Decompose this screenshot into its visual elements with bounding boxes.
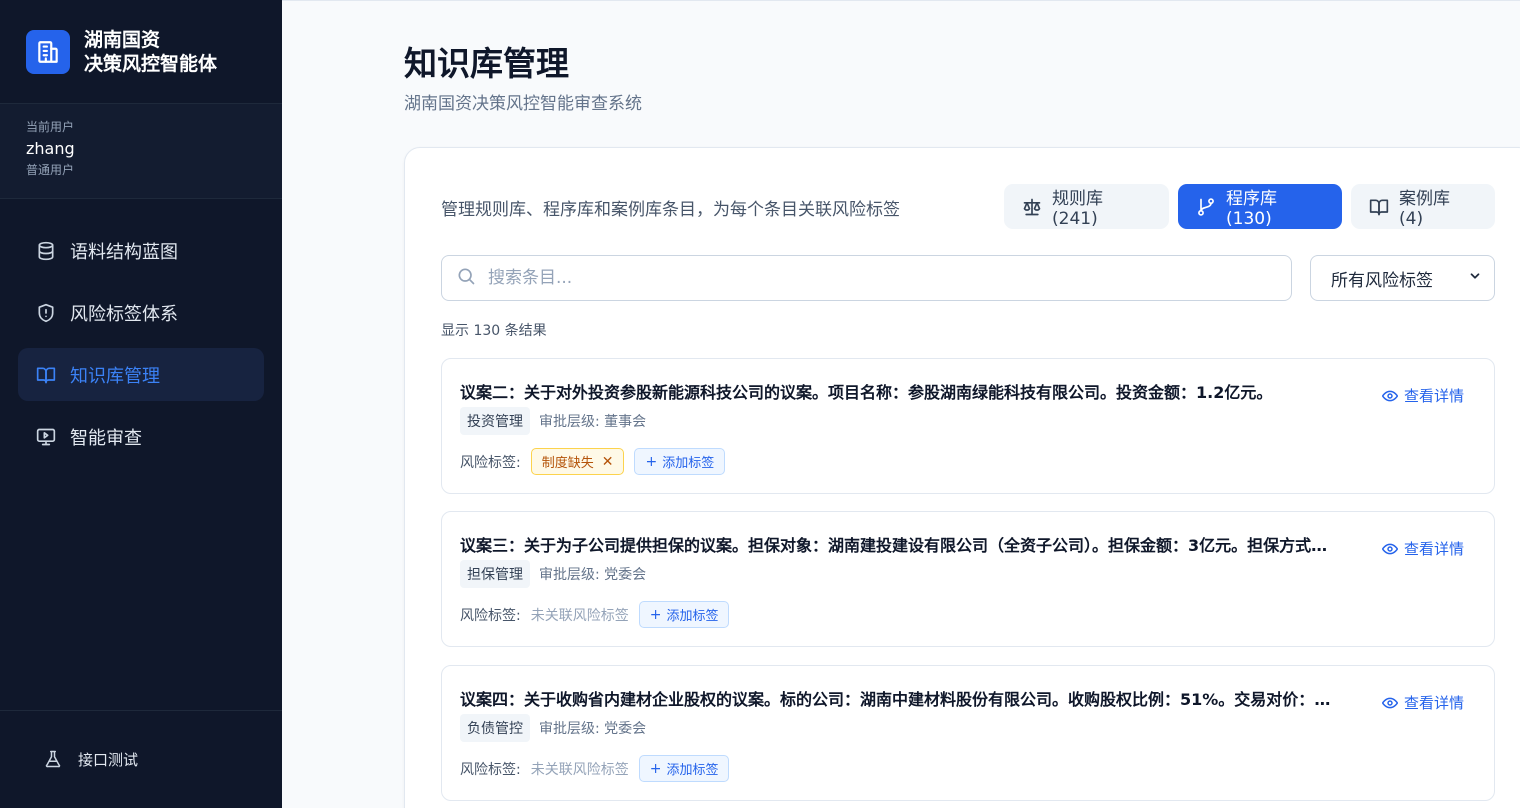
tab-label: 规则库 (241) [1052, 189, 1103, 229]
user-name: zhang [26, 139, 75, 158]
category-chip: 投资管理 [460, 407, 530, 435]
sidebar-nav: 语料结构蓝图 风险标签体系 知识库管理 智能审查 [0, 199, 282, 463]
user-block: 当前用户 zhang 普通用户 [0, 104, 282, 199]
page-subtitle: 湖南国资决策风控智能审查系统 [404, 94, 642, 114]
approval-level: 审批层级: 董事会 [539, 414, 647, 430]
result-count: 显示 130 条结果 [441, 323, 547, 339]
shield-icon [36, 303, 56, 323]
risk-tag-row: 风险标签: 未关联风险标签 + 添加标签 [460, 755, 730, 782]
category-chip: 负债管控 [460, 714, 530, 742]
risk-label: 风险标签: [460, 761, 521, 778]
list-item: 议案二：关于对外投资参股新能源科技公司的议案。项目名称：参股湖南绿能科技有限公司… [441, 358, 1495, 494]
list-item: 议案三：关于为子公司提供担保的议案。担保对象：湖南建投建设有限公司（全资子公司）… [441, 511, 1495, 647]
plus-icon: + [649, 606, 662, 623]
sidebar-item-label: 知识库管理 [70, 365, 160, 387]
detail-label: 查看详情 [1403, 540, 1464, 558]
risk-tag-label: 制度缺失 [541, 456, 594, 471]
user-role: 普通用户 [26, 163, 75, 177]
no-risk-tag-text: 未关联风险标签 [530, 607, 629, 624]
approval-level: 审批层级: 党委会 [539, 567, 647, 583]
book-icon [1369, 197, 1389, 217]
risk-tag-row: 风险标签: 未关联风险标签 + 添加标签 [460, 601, 730, 628]
tab-cases[interactable]: 案例库 (4) [1351, 184, 1495, 229]
sidebar-item-knowledge-base[interactable]: 知识库管理 [18, 348, 264, 401]
list-item: 议案四：关于收购省内建材企业股权的议案。标的公司：湖南中建材料股份有限公司。收购… [441, 665, 1495, 801]
approval-level: 审批层级: 党委会 [539, 721, 647, 737]
detail-label: 查看详情 [1403, 387, 1464, 405]
sidebar-item-api-test[interactable]: 接口测试 [0, 710, 282, 808]
page-title: 知识库管理 [404, 44, 569, 83]
risk-tag-filter-select[interactable]: 所有风险标签 [1310, 255, 1495, 301]
detail-label: 查看详情 [1403, 694, 1464, 712]
add-tag-label: 添加标签 [666, 609, 719, 624]
risk-tag-row: 风险标签: 制度缺失 ✕ + 添加标签 [460, 448, 726, 475]
add-tag-button[interactable]: + 添加标签 [638, 755, 730, 782]
search-box [441, 255, 1292, 301]
brand-title: 湖南国资 决策风控智能体 [84, 28, 217, 76]
panel-description: 管理规则库、程序库和案例库条目，为每个条目关联风险标签 [441, 200, 900, 220]
item-title: 议案三：关于为子公司提供担保的议案。担保对象：湖南建投建设有限公司（全资子公司）… [460, 536, 1332, 555]
add-tag-label: 添加标签 [666, 763, 719, 778]
item-meta: 负债管控 审批层级: 党委会 [460, 714, 646, 742]
plus-icon: + [649, 760, 662, 777]
item-meta: 担保管理 审批层级: 党委会 [460, 560, 646, 588]
item-title: 议案二：关于对外投资参股新能源科技公司的议案。项目名称：参股湖南绿能科技有限公司… [460, 383, 1273, 402]
item-meta: 投资管理 审批层级: 董事会 [460, 407, 646, 435]
knowledge-panel: 管理规则库、程序库和案例库条目，为每个条目关联风险标签 规则库 (241) 程序… [404, 147, 1520, 808]
risk-label: 风险标签: [460, 607, 521, 624]
tab-label: 案例库 (4) [1399, 189, 1450, 229]
view-detail-button[interactable]: 查看详情 [1381, 538, 1464, 559]
brand-line-1: 湖南国资 [84, 28, 161, 51]
book-icon [36, 365, 56, 385]
tab-rules[interactable]: 规则库 (241) [1004, 184, 1169, 229]
view-detail-button[interactable]: 查看详情 [1381, 385, 1464, 406]
user-caption: 当前用户 [26, 120, 75, 134]
sidebar: 湖南国资 决策风控智能体 当前用户 zhang 普通用户 语料结构蓝图 风险标签… [0, 0, 282, 808]
tab-procedures[interactable]: 程序库 (130) [1178, 184, 1342, 229]
chevron-down-icon [1468, 268, 1482, 288]
sidebar-item-label: 接口测试 [78, 751, 139, 769]
database-icon [36, 241, 56, 261]
search-input[interactable] [488, 268, 1291, 288]
sidebar-item-label: 风险标签体系 [70, 303, 178, 325]
view-detail-button[interactable]: 查看详情 [1381, 692, 1464, 713]
eye-icon [1381, 388, 1398, 404]
remove-tag-icon[interactable]: ✕ [602, 454, 614, 470]
select-value: 所有风险标签 [1331, 270, 1433, 291]
sidebar-item-label: 语料结构蓝图 [70, 241, 178, 263]
sidebar-item-risk-tags[interactable]: 风险标签体系 [18, 286, 264, 339]
sidebar-item-smart-review[interactable]: 智能审查 [18, 410, 264, 463]
add-tag-button[interactable]: + 添加标签 [634, 448, 726, 475]
scale-icon [1022, 197, 1042, 217]
building-icon [26, 29, 70, 74]
brand[interactable]: 湖南国资 决策风控智能体 [0, 0, 282, 104]
git-branch-icon [1196, 197, 1216, 217]
item-title: 议案四：关于收购省内建材企业股权的议案。标的公司：湖南中建材料股份有限公司。收购… [460, 690, 1332, 709]
add-tag-label: 添加标签 [662, 456, 715, 471]
tab-label: 程序库 (130) [1226, 189, 1277, 229]
monitor-icon [36, 427, 56, 447]
risk-tag: 制度缺失 ✕ [530, 448, 625, 475]
plus-icon: + [645, 453, 658, 470]
category-chip: 担保管理 [460, 560, 530, 588]
eye-icon [1381, 541, 1398, 557]
risk-label: 风险标签: [460, 454, 521, 471]
search-icon [456, 266, 476, 290]
sidebar-item-corpus-blueprint[interactable]: 语料结构蓝图 [18, 224, 264, 277]
flask-icon [44, 750, 64, 770]
main-content: 知识库管理 湖南国资决策风控智能审查系统 管理规则库、程序库和案例库条目，为每个… [282, 0, 1520, 808]
no-risk-tag-text: 未关联风险标签 [530, 761, 629, 778]
sidebar-item-label: 智能审查 [70, 427, 142, 449]
brand-line-2: 决策风控智能体 [84, 52, 218, 75]
eye-icon [1381, 695, 1398, 711]
add-tag-button[interactable]: + 添加标签 [638, 601, 730, 628]
